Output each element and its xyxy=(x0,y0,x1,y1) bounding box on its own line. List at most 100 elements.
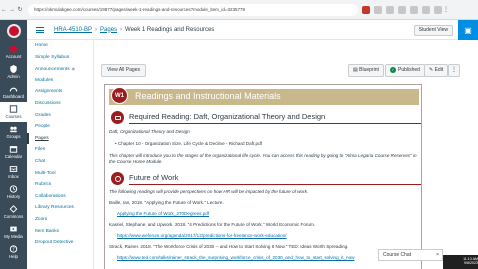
user-icon xyxy=(9,45,18,53)
course-chat-label: Course Chat xyxy=(383,252,412,258)
file-link[interactable]: Applying the Future of Work_270Degrees.p… xyxy=(117,211,209,216)
book-icon xyxy=(111,111,124,124)
course-nav-files[interactable]: Files xyxy=(27,144,93,156)
global-nav-admin[interactable]: Admin xyxy=(0,62,27,82)
week-badge: W1 xyxy=(111,87,128,104)
extension-icon[interactable] xyxy=(362,5,370,14)
course-nav-people[interactable]: People xyxy=(27,121,93,133)
breadcrumb-pages-link[interactable]: Pages xyxy=(100,27,117,33)
global-nav-history[interactable]: History xyxy=(0,182,27,202)
reference-link: https://www.weforum.org/agenda/2017/12/p… xyxy=(117,233,287,239)
url-link[interactable]: https://www.weforum.org/agenda/2017/12/p… xyxy=(117,233,287,238)
course-chat-widget[interactable]: Course Chat × xyxy=(378,249,443,261)
global-nav-help[interactable]: ? Help xyxy=(0,242,27,262)
global-nav-calendar[interactable]: Calendar xyxy=(0,142,27,162)
calendar-icon xyxy=(9,146,18,153)
breadcrumb-separator-icon: › xyxy=(95,26,98,33)
page-title-banner: W1 Readings and Instructional Materials xyxy=(109,87,419,105)
reference-text: Baille, Ian, 2018. "Applying the Future … xyxy=(109,200,224,205)
hamburger-menu-icon[interactable] xyxy=(36,26,44,33)
edit-label: Edit xyxy=(434,67,444,73)
url-link[interactable]: https://www.ted.com/talks/rainer_strack_… xyxy=(117,255,354,260)
published-label: Published xyxy=(398,67,420,73)
back-icon[interactable]: ← xyxy=(0,7,8,13)
help-icon: ? xyxy=(9,245,18,253)
extension-icon[interactable] xyxy=(398,5,406,14)
institution-logo[interactable] xyxy=(0,20,27,42)
course-nav-simple-syllabus[interactable]: Simple Syllabus xyxy=(27,52,93,64)
course-nav-announcements[interactable]: Announcements ◉ xyxy=(27,63,93,75)
student-view-button[interactable]: Student View xyxy=(413,25,453,36)
browser-menu-icon[interactable]: ⋮ xyxy=(442,6,450,13)
section-intro: The following readings will provide pers… xyxy=(109,189,309,194)
global-nav-inbox[interactable]: Inbox xyxy=(0,162,27,182)
course-nav-rubrics[interactable]: Rubrics xyxy=(27,179,93,191)
extension-icon[interactable] xyxy=(422,5,430,14)
course-nav-multi-tool[interactable]: Multi-Tool xyxy=(27,168,93,180)
breadcrumb-course-link[interactable]: HRA-4510-BP xyxy=(54,27,92,33)
course-nav-discussions[interactable]: Discussions xyxy=(27,98,93,110)
global-nav-commons[interactable]: Commons xyxy=(0,202,27,222)
reload-icon[interactable]: ↻ xyxy=(16,6,24,13)
course-nav-home[interactable]: Home xyxy=(27,40,93,52)
global-nav-courses[interactable]: Courses xyxy=(0,102,27,122)
chapter-text: Chapter 10 - Organization Size, Life Cyc… xyxy=(117,141,262,146)
section-heading-required-reading: Required Reading: Daft, Organizational T… xyxy=(109,111,421,124)
course-nav-assignments[interactable]: Assignments xyxy=(27,86,93,98)
course-navigation: Home Simple Syllabus Announcements ◉ Modu… xyxy=(27,40,94,269)
course-nav-library-resources[interactable]: Library Resources xyxy=(27,202,93,214)
section-heading-future-of-work: Future of Work xyxy=(109,172,421,185)
extension-icon[interactable] xyxy=(410,5,418,14)
system-clock: 11:13 AM 9/8/2023 xyxy=(460,257,478,265)
close-icon[interactable]: × xyxy=(436,250,439,260)
global-nav-groups[interactable]: Groups xyxy=(0,122,27,142)
list-item: • Chapter 10 - Organization Size, Life C… xyxy=(115,141,262,146)
help-tray-button[interactable]: ▣ xyxy=(458,20,478,40)
browser-toolbar: ← → ↻ https://okmulakgee.com/courses/198… xyxy=(0,0,478,20)
dashboard-icon xyxy=(9,87,18,92)
commons-icon xyxy=(9,205,18,213)
clock-icon xyxy=(111,172,124,185)
global-nav-dashboard[interactable]: Dashboard xyxy=(0,82,27,102)
more-options-button[interactable]: ⋮ xyxy=(448,64,460,77)
course-nav-item-banks[interactable]: Item Banks xyxy=(27,226,93,238)
extension-icon[interactable] xyxy=(374,5,382,14)
breadcrumb-separator-icon: › xyxy=(120,26,123,33)
course-nav-dropout-detective[interactable]: Dropout Detective xyxy=(27,237,93,249)
reference-text: Kasriel, Stephane, and Upwork. 2018. "4 … xyxy=(109,222,316,227)
course-nav-pages[interactable]: Pages xyxy=(27,132,93,145)
book-title: Daft, Organizational Theory and Design xyxy=(109,129,190,134)
eye-icon: ◉ xyxy=(71,66,76,72)
media-icon xyxy=(10,226,17,232)
forward-icon[interactable]: → xyxy=(8,7,16,13)
global-nav-my-media[interactable]: My Media xyxy=(0,222,27,242)
profile-icon[interactable] xyxy=(434,5,442,14)
course-nav-collaborations[interactable]: Collaborations xyxy=(27,191,93,203)
address-bar[interactable]: https://okmulakgee.com/courses/19877/pag… xyxy=(28,3,358,16)
global-nav-account[interactable]: Account xyxy=(0,42,27,62)
section-title: Required Reading: Daft, Organizational T… xyxy=(129,112,326,121)
course-nav-label: Announcements xyxy=(35,67,70,73)
page-content: W1 Readings and Instructional Materials … xyxy=(104,84,422,269)
extension-icon[interactable] xyxy=(386,5,394,14)
more-options-icon: ⋮ xyxy=(451,67,457,73)
breadcrumb: HRA-4510-BP › Pages › Week 1 Readings and Re… xyxy=(54,27,214,33)
view-all-pages-button[interactable]: View All Pages xyxy=(101,64,146,77)
course-nav-chat[interactable]: Chat xyxy=(27,156,93,168)
view-all-pages-label: View All Pages xyxy=(107,67,140,73)
section-title: Future of Work xyxy=(129,173,179,182)
blueprint-button[interactable]: ▤ Blueprint xyxy=(348,64,384,77)
course-nav-modules[interactable]: Modules xyxy=(27,75,93,87)
edit-button[interactable]: ✎ Edit xyxy=(424,64,449,77)
reference-link: https://www.ted.com/talks/rainer_strack_… xyxy=(117,255,354,261)
chat-icon: ▣ xyxy=(464,25,472,35)
reading-note-continued: the Course Home Module. xyxy=(109,159,163,164)
course-nav-grades[interactable]: Grades xyxy=(27,110,93,122)
course-nav-zoom[interactable]: Zoom xyxy=(27,214,93,226)
course-header: HRA-4510-BP › Pages › Week 1 Readings and Re… xyxy=(27,20,478,40)
clock-icon xyxy=(9,185,18,193)
clock-date: 9/8/2023 xyxy=(464,261,478,265)
published-button[interactable]: ✓ Published xyxy=(385,64,425,77)
reference-text: Strack, Rainer. 2018. "The Workforce Cri… xyxy=(109,244,349,249)
groups-icon xyxy=(10,126,17,133)
